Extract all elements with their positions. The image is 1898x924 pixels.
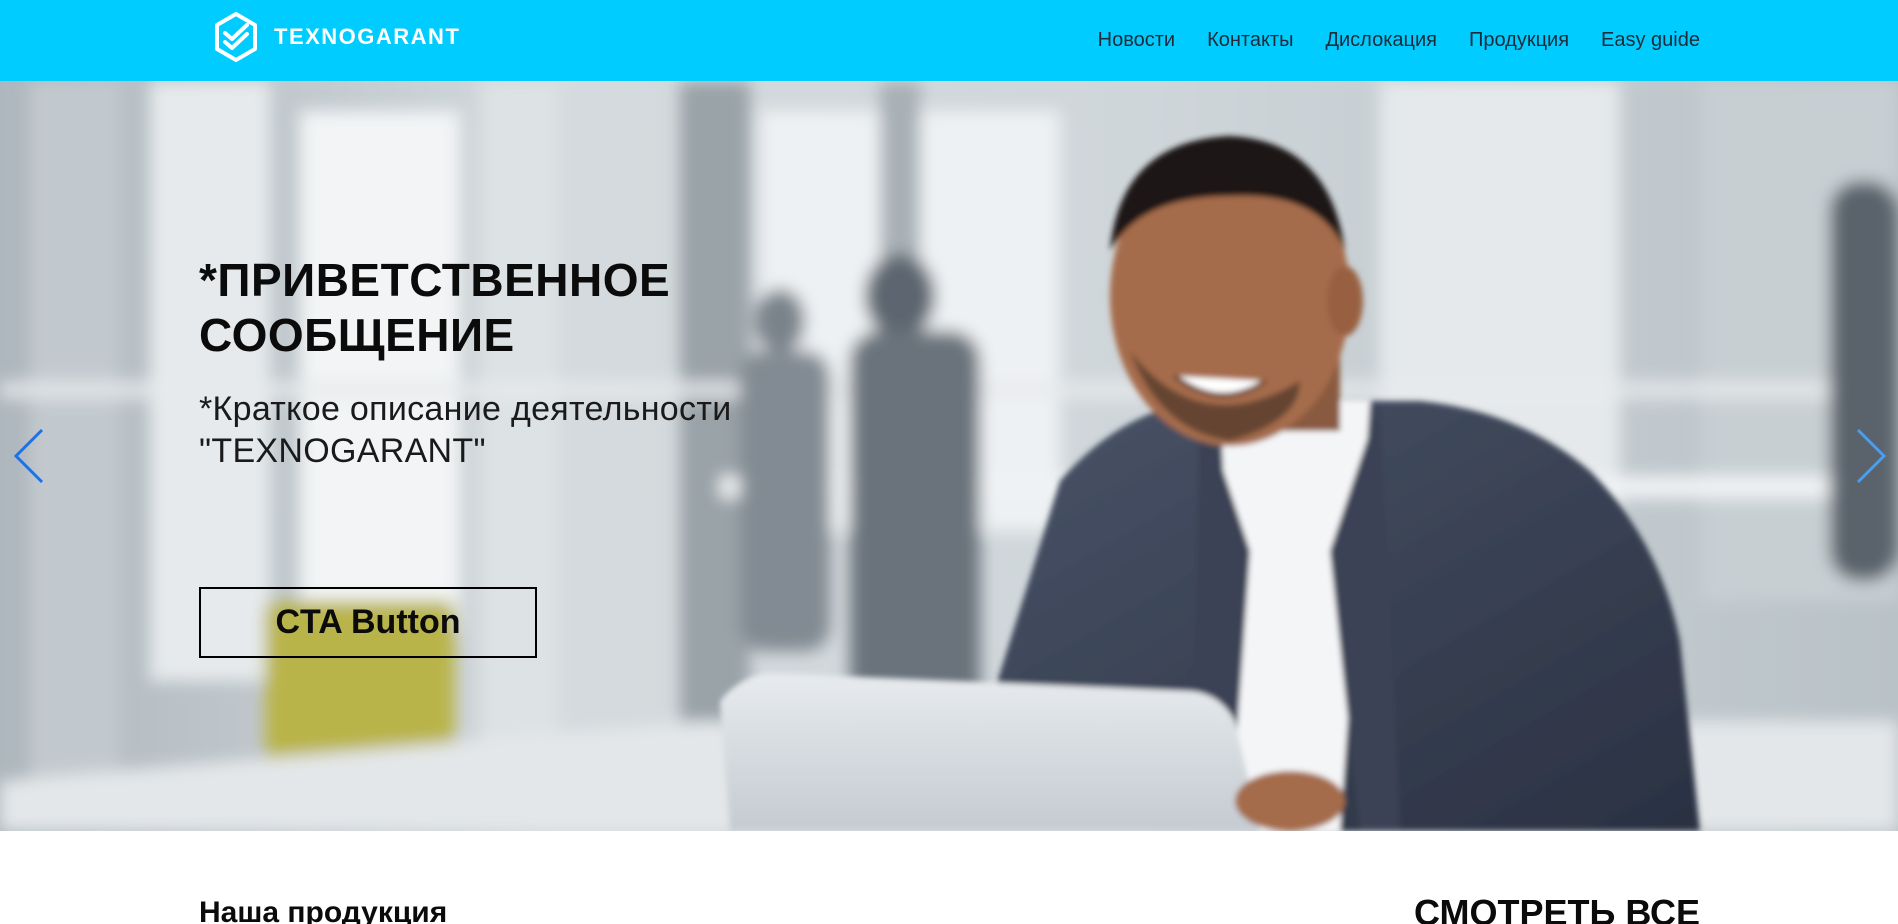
logo-text: TEXNOGARANT [274,24,461,49]
hero-title-line-2: СООБЩЕНИЕ [199,309,515,361]
chevron-right-icon[interactable] [1850,426,1890,486]
hero-subtitle: *Краткое описание деятельности "TEXNOGAR… [199,388,899,472]
logo-icon [215,12,257,62]
hero-title-line-1: *ПРИВЕТСТВЕННОЕ [199,254,671,306]
hero-slider: *ПРИВЕТСТВЕННОЕ СООБЩЕНИЕ *Краткое описа… [0,81,1898,831]
site-header: TEXNOGARANT Новости Контакты Дислокация … [0,0,1898,81]
see-all-link[interactable]: СМОТРЕТЬ ВСЕ [1414,892,1700,924]
logo[interactable]: TEXNOGARANT [210,11,460,63]
nav-item-news[interactable]: Новости [1098,29,1175,52]
nav-item-dislocation[interactable]: Дислокация [1325,29,1437,52]
nav-item-easy-guide[interactable]: Easy guide [1601,29,1700,52]
page: TEXNOGARANT Новости Контакты Дислокация … [0,0,1898,924]
hero-subtitle-line-2: "TEXNOGARANT" [199,432,486,470]
chevron-left-icon[interactable] [10,426,50,486]
main-nav: Новости Контакты Дислокация Продукция Ea… [1066,0,1700,81]
nav-item-contacts[interactable]: Контакты [1207,29,1293,52]
hero-title: *ПРИВЕТСТВЕННОЕ СООБЩЕНИЕ [199,253,899,363]
hero-subtitle-line-1: *Краткое описание деятельности [199,390,732,428]
nav-item-products[interactable]: Продукция [1469,29,1569,52]
products-section-title: Наша продукция [199,896,448,924]
cta-button[interactable]: CTA Button [199,587,537,658]
